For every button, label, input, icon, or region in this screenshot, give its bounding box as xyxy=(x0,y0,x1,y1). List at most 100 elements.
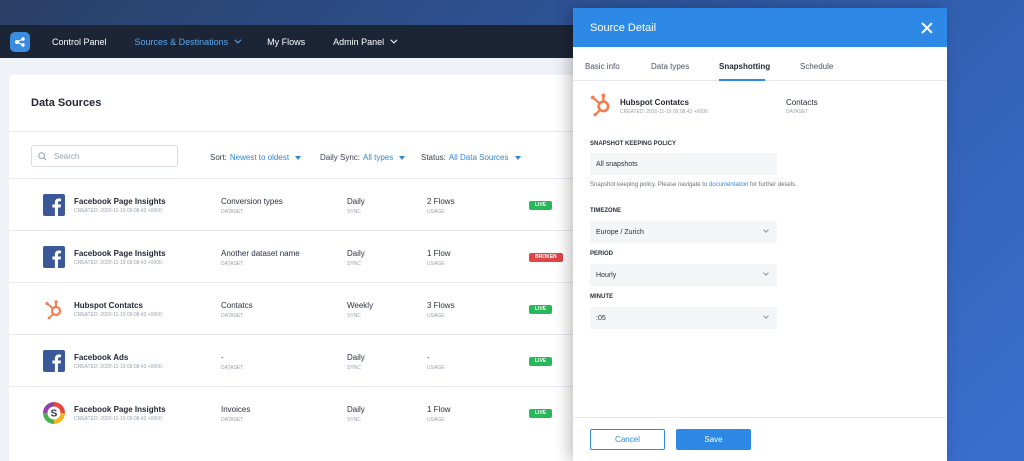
nav-my-flows[interactable]: My Flows xyxy=(267,37,305,47)
timezone-select[interactable]: Europe / Zurich xyxy=(590,221,777,243)
app-window: Control Panel Sources & Destinations My … xyxy=(0,25,585,461)
usage-value: 1 Flow xyxy=(427,405,451,414)
filter-value: Newest to oldest xyxy=(229,153,290,162)
minute-select[interactable]: :05 xyxy=(590,307,777,329)
source-name: Facebook Ads xyxy=(74,353,129,362)
period-select[interactable]: Hourly xyxy=(590,264,777,286)
snapshot-policy-field[interactable]: All snapshots xyxy=(590,153,777,175)
dataset-name: Conversion types xyxy=(221,197,283,206)
tab-data-types[interactable]: Data types xyxy=(651,62,689,71)
usage-caption: USAGE xyxy=(427,209,445,215)
chevron-down-icon xyxy=(390,36,398,44)
facebook-icon xyxy=(43,194,65,216)
chevron-down-icon xyxy=(763,227,769,233)
source-name: Facebook Page Insights xyxy=(74,249,166,258)
usage-value: - xyxy=(427,353,430,362)
data-sources-table: Facebook Page Insights CREATED: 2020-11-… xyxy=(9,178,585,438)
filter-value: All types xyxy=(363,153,394,162)
dataset-caption: DATASET xyxy=(221,365,244,371)
nav-label: Sources & Destinations xyxy=(134,36,229,47)
active-tab-indicator xyxy=(719,79,765,81)
nav-label: My Flows xyxy=(267,36,306,47)
usage-value: 2 Flows xyxy=(427,197,455,206)
chevron-down-icon xyxy=(763,270,769,276)
close-icon[interactable] xyxy=(921,22,933,34)
sync-value: Daily xyxy=(347,249,365,258)
dataset-name: - xyxy=(221,353,224,362)
data-sources-panel: Data Sources Search Sort: Newest to olde… xyxy=(9,75,585,461)
usage-value: 1 Flow xyxy=(427,249,451,258)
nav-sources-destinations[interactable]: Sources & Destinations xyxy=(134,36,242,47)
facebook-icon xyxy=(43,246,65,268)
usage-caption: USAGE xyxy=(427,365,445,371)
sync-caption: SYNC xyxy=(347,417,361,423)
table-row[interactable]: Facebook Ads CREATED: 2020-11-19 09:08:4… xyxy=(9,334,585,386)
table-row[interactable]: Facebook Page Insights CREATED: 2020-11-… xyxy=(9,178,585,230)
table-row[interactable]: Facebook Page Insights CREATED: 2020-11-… xyxy=(9,230,585,282)
period-label: PERIOD xyxy=(590,251,614,257)
source-name: Hubspot Contatcs xyxy=(620,98,689,107)
hubspot-icon xyxy=(43,298,65,320)
documentation-link[interactable]: documentation xyxy=(709,182,748,188)
created-date: CREATED: 2020-11-19 09:08:43 +0000 xyxy=(74,260,162,266)
sync-caption: SYNC xyxy=(347,261,361,267)
nav-label: Admin Panel xyxy=(333,36,385,47)
dataset-caption: DATASET xyxy=(221,313,244,319)
nav-control-panel[interactable]: Control Panel xyxy=(52,37,107,47)
source-name: Facebook Page Insights xyxy=(74,197,166,206)
caret-down-icon xyxy=(295,155,302,160)
source-name: Facebook Page Insights xyxy=(74,405,166,414)
sync-value: Daily xyxy=(347,405,365,414)
sync-value: Daily xyxy=(347,353,365,362)
search-icon xyxy=(38,151,47,160)
period-value: Hourly xyxy=(596,271,617,279)
app-logo-icon[interactable] xyxy=(10,31,30,52)
usage-caption: USAGE xyxy=(427,417,445,423)
created-date: CREATED: 2020-11-19 09:08:43 +0000 xyxy=(74,312,162,318)
modal-header: Source Detail xyxy=(573,8,947,47)
sync-caption: SYNC xyxy=(347,365,361,371)
s-circle-icon: S xyxy=(43,402,65,424)
tab-basic-info[interactable]: Basic info xyxy=(585,62,620,71)
status-badge: LIVE xyxy=(529,357,553,366)
filter-value: All Data Sources xyxy=(448,153,509,162)
sync-caption: SYNC xyxy=(347,209,361,215)
hubspot-icon xyxy=(588,91,614,117)
created-date: CREATED: 2020-11-19 09:08:43 +0000 xyxy=(74,364,162,370)
save-button[interactable]: Save xyxy=(676,429,751,450)
search-placeholder: Search xyxy=(54,151,80,161)
usage-caption: USAGE xyxy=(427,261,445,267)
modal-title: Source Detail xyxy=(590,21,657,34)
table-row[interactable]: Hubspot Contatcs CREATED: 2020-11-19 09:… xyxy=(9,282,585,334)
timezone-value: Europe / Zurich xyxy=(596,228,644,236)
snapshot-policy-label: SNAPSHOT KEEPING POLICY xyxy=(590,141,677,147)
filter-label: Status: xyxy=(421,153,446,162)
cancel-button[interactable]: Cancel xyxy=(590,429,665,450)
chevron-down-icon xyxy=(234,36,242,44)
tab-snapshotting[interactable]: Snapshotting xyxy=(719,62,770,71)
top-navbar: Control Panel Sources & Destinations My … xyxy=(0,25,585,58)
daily-sync-filter[interactable]: Daily Sync: All types xyxy=(320,153,406,162)
status-filter[interactable]: Status: All Data Sources xyxy=(421,153,521,162)
created-date: CREATED: 2020-11-19 09:08:43 +0000 xyxy=(74,208,162,214)
dataset-caption: DATASET xyxy=(221,209,244,215)
status-badge: LIVE xyxy=(529,305,553,314)
status-badge: LIVE xyxy=(529,201,553,210)
dataset-name: Contacts xyxy=(786,98,818,107)
help-text-prefix: Snapshot keeping policy. Please navigate… xyxy=(590,182,709,188)
tab-schedule[interactable]: Schedule xyxy=(800,62,833,71)
nav-admin-panel[interactable]: Admin Panel xyxy=(333,36,398,47)
search-input[interactable]: Search xyxy=(31,145,178,167)
modal-footer: Cancel Save xyxy=(573,417,947,461)
sort-filter[interactable]: Sort: Newest to oldest xyxy=(210,153,302,162)
facebook-icon xyxy=(43,350,65,372)
divider xyxy=(9,131,585,132)
sync-value: Weekly xyxy=(347,301,374,310)
snapshot-policy-value: All snapshots xyxy=(596,160,638,168)
dataset-name: Another dataset name xyxy=(221,249,300,258)
sync-caption: SYNC xyxy=(347,313,361,319)
table-row[interactable]: S Facebook Page Insights CREATED: 2020-1… xyxy=(9,386,585,438)
dataset-name: Contatcs xyxy=(221,301,253,310)
status-badge: LIVE xyxy=(529,409,553,418)
dataset-name: Invoices xyxy=(221,405,251,414)
